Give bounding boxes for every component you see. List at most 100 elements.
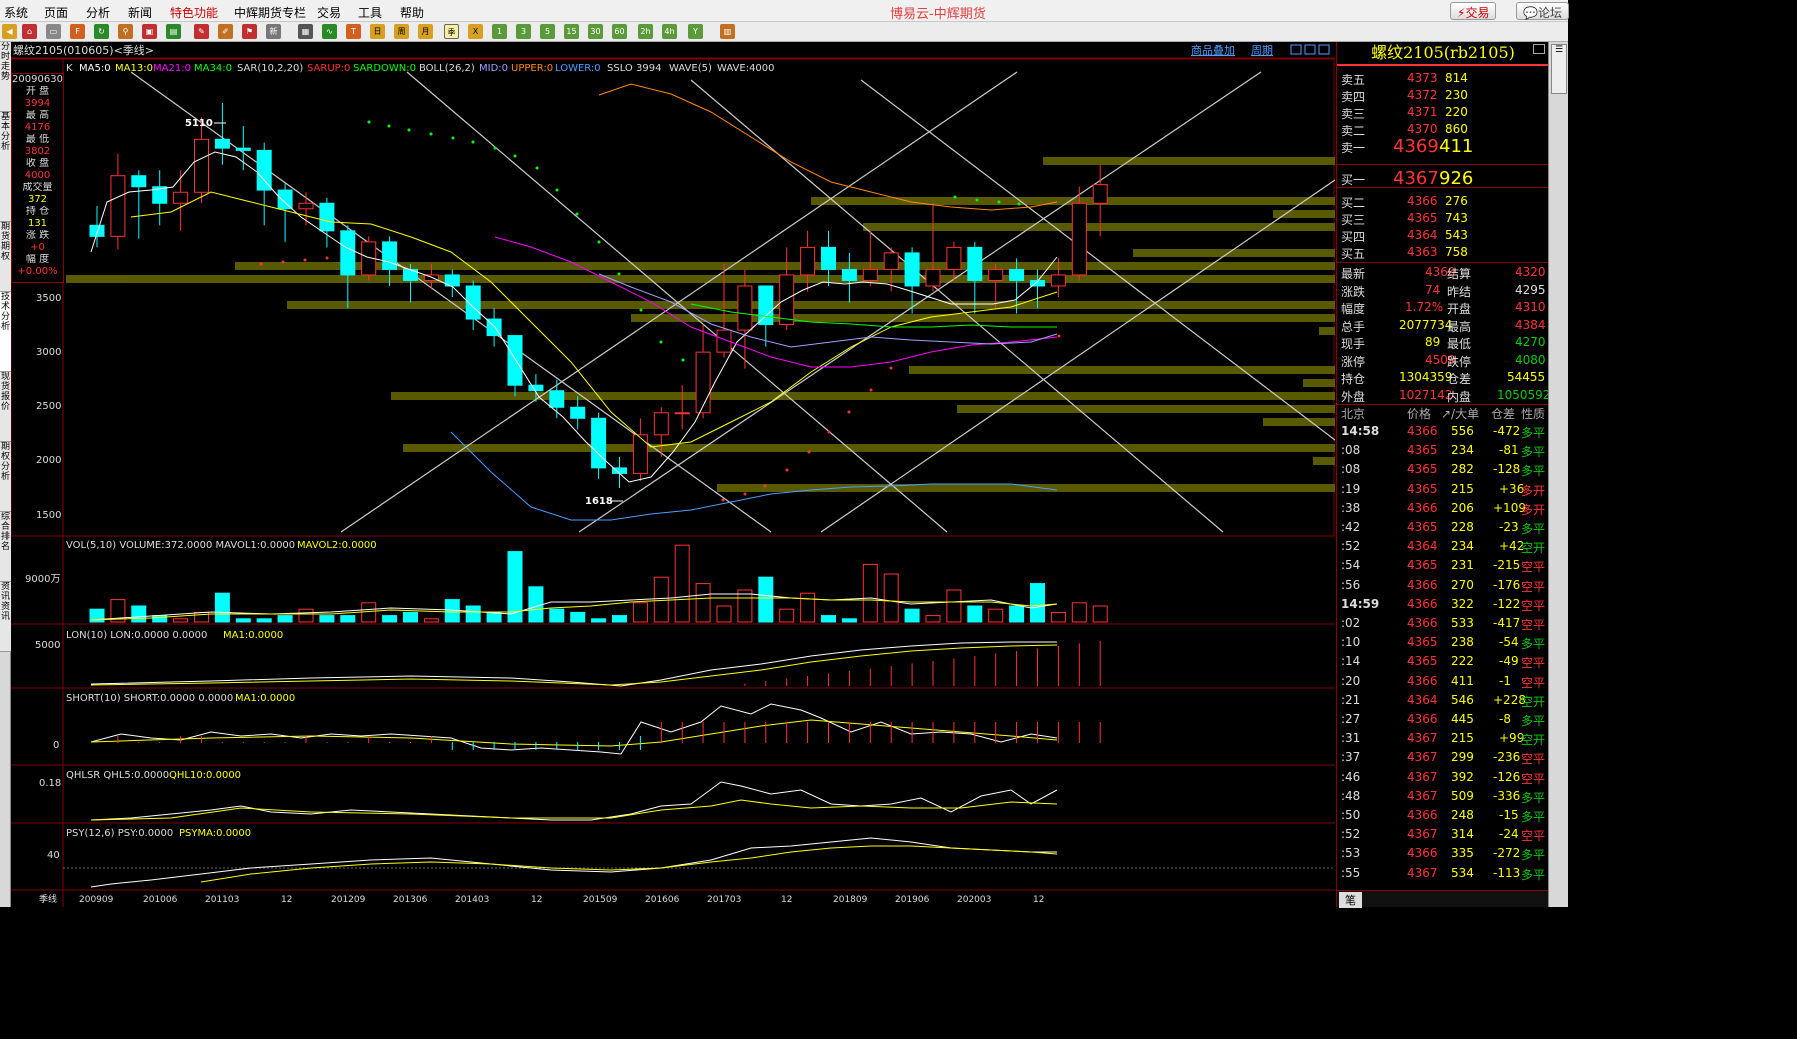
- tab-news[interactable]: 资讯资讯: [0, 582, 11, 652]
- tick-volume: 248: [1451, 808, 1474, 822]
- menu-features[interactable]: 特色功能: [170, 4, 218, 21]
- tick-time: :52: [1341, 539, 1361, 554]
- tick-price: 4366: [1407, 500, 1438, 515]
- period-link[interactable]: 周期: [1251, 44, 1273, 57]
- tab-technical[interactable]: 技术分析: [0, 292, 11, 372]
- period-custom-button[interactable]: Y: [688, 24, 703, 39]
- home-icon[interactable]: ⌂: [22, 24, 37, 39]
- f10-icon[interactable]: F: [70, 24, 85, 39]
- period-15min-button[interactable]: 15: [564, 24, 579, 39]
- layout-icon[interactable]: ▤: [166, 24, 181, 39]
- candle-body: [653, 412, 669, 436]
- table-icon[interactable]: ▦: [298, 24, 313, 39]
- period-year-button[interactable]: X: [468, 24, 483, 39]
- short-panel: SHORT(10) SHORT:0.0000 0.0000 MA1:0.0000…: [53, 693, 1058, 755]
- candle-body: [1009, 268, 1025, 281]
- info-high-label: 最 高: [25, 110, 50, 121]
- period-quarter-button[interactable]: 季: [444, 24, 459, 39]
- maximize-icon[interactable]: [1533, 44, 1545, 54]
- window-icon[interactable]: ▣: [142, 24, 157, 39]
- volume-bar: [632, 602, 648, 623]
- tick-volume: 215: [1451, 731, 1474, 746]
- bid-price: 4363: [1407, 245, 1438, 259]
- info-oi-label: 持 仓: [25, 206, 50, 217]
- tick-volume: 322: [1451, 596, 1474, 611]
- tick-price: 4366: [1407, 577, 1438, 592]
- menu-zhonghui-column[interactable]: 中辉期货专栏: [234, 4, 306, 21]
- tick-row: :55 4367 534 -113 多平: [1337, 865, 1549, 882]
- tick-nature: 多开: [1521, 502, 1546, 517]
- tab-ranking[interactable]: 综合排名: [0, 512, 11, 582]
- tick-time: :14: [1341, 654, 1361, 669]
- menu-analysis[interactable]: 分析: [86, 4, 110, 21]
- period-4h-button[interactable]: 4h: [662, 24, 677, 39]
- tab-options-analysis[interactable]: 期权分析: [0, 442, 11, 512]
- back-icon[interactable]: ◀: [2, 24, 17, 39]
- tick-time: :19: [1341, 481, 1361, 496]
- x-tick: 201906: [895, 895, 930, 905]
- period-3min-button[interactable]: 3: [516, 24, 531, 39]
- search-icon[interactable]: ⚲: [118, 24, 133, 39]
- alarm-icon[interactable]: ⚑: [242, 24, 257, 39]
- refresh-icon[interactable]: ↻: [94, 24, 109, 39]
- line-chart-icon[interactable]: ∿: [322, 24, 337, 39]
- x-tick: 201509: [583, 895, 618, 905]
- new-icon[interactable]: 新: [266, 24, 281, 39]
- info-chg: +0: [30, 242, 45, 253]
- calendar-icon[interactable]: ▥: [720, 24, 735, 39]
- side-tab-icon[interactable]: ☰: [1551, 44, 1567, 94]
- menu-news[interactable]: 新闻: [128, 4, 152, 21]
- forum-button[interactable]: 💬论坛: [1516, 2, 1569, 20]
- ask-volume: 411: [1439, 136, 1474, 157]
- tick-oi-change: -215: [1493, 558, 1521, 573]
- period-5min-button[interactable]: 5: [540, 24, 555, 39]
- tab-spot[interactable]: 现货报价: [0, 372, 11, 442]
- tab-ticks[interactable]: 笔: [1339, 892, 1362, 908]
- tab-fundamental[interactable]: 基本分析: [0, 112, 11, 222]
- overlay-link[interactable]: 商品叠加: [1191, 43, 1235, 57]
- bid-label: 买四: [1341, 230, 1366, 244]
- tab-futures-options[interactable]: 期货期权: [0, 222, 11, 292]
- tick-price: 4367: [1407, 827, 1438, 842]
- candle-body: [256, 149, 272, 191]
- menu-trade[interactable]: 交易: [317, 4, 341, 21]
- candle-body: [570, 406, 586, 419]
- period-1min-button[interactable]: 1: [492, 24, 507, 39]
- menu-page[interactable]: 页面: [44, 4, 68, 21]
- period-60min-button[interactable]: 60: [612, 24, 627, 39]
- brush-icon[interactable]: ✐: [218, 24, 233, 39]
- tab-timeshare[interactable]: 分时走势: [0, 42, 11, 112]
- period-label: 季线: [39, 893, 57, 905]
- menu-help[interactable]: 帮助: [400, 4, 424, 21]
- menu-tools[interactable]: 工具: [358, 4, 382, 21]
- tick-oi-change: -8: [1499, 712, 1511, 726]
- period-month-button[interactable]: 月: [418, 24, 433, 39]
- tick-oi-change: -113: [1493, 865, 1521, 880]
- tick-row: :52 4367 314 -24 空平: [1337, 826, 1549, 843]
- tick-nature: 多平: [1521, 464, 1546, 479]
- candle-body: [946, 246, 962, 270]
- tick-row: :21 4364 546 +228 空开: [1337, 692, 1549, 709]
- tick-time: :21: [1341, 692, 1361, 707]
- period-30min-button[interactable]: 30: [588, 24, 603, 39]
- tick-icon[interactable]: T: [346, 24, 361, 39]
- tick-row: :37 4367 299 -236 空平: [1337, 749, 1549, 766]
- period-2h-button[interactable]: 2h: [638, 24, 653, 39]
- period-week-button[interactable]: 周: [394, 24, 409, 39]
- volume-bar: [737, 589, 753, 623]
- trade-button[interactable]: ⚡交易: [1450, 2, 1497, 20]
- svg-text:BOLL(26,2): BOLL(26,2): [419, 63, 475, 74]
- bid-label: 买一: [1341, 173, 1366, 187]
- tick-row: 14:58 4366 556 -472 多平: [1337, 423, 1549, 440]
- volume-bar: [904, 608, 920, 623]
- tick-price: 4364: [1407, 539, 1438, 554]
- monitor-icon[interactable]: ▭: [46, 24, 61, 39]
- pen-icon[interactable]: ✎: [194, 24, 209, 39]
- ask-label: 卖五: [1341, 73, 1366, 87]
- kline-chart[interactable]: 螺纹2105(010605)<季线> 商品叠加 周期 K MA5:0 MA13:…: [11, 42, 1335, 907]
- menu-system[interactable]: 系统: [4, 4, 28, 21]
- bid-row: 买五 4363 758: [1337, 244, 1549, 261]
- period-day-button[interactable]: 日: [370, 24, 385, 39]
- right-side-strip[interactable]: ☰: [1548, 42, 1568, 907]
- tick-oi-change: -472: [1493, 424, 1521, 438]
